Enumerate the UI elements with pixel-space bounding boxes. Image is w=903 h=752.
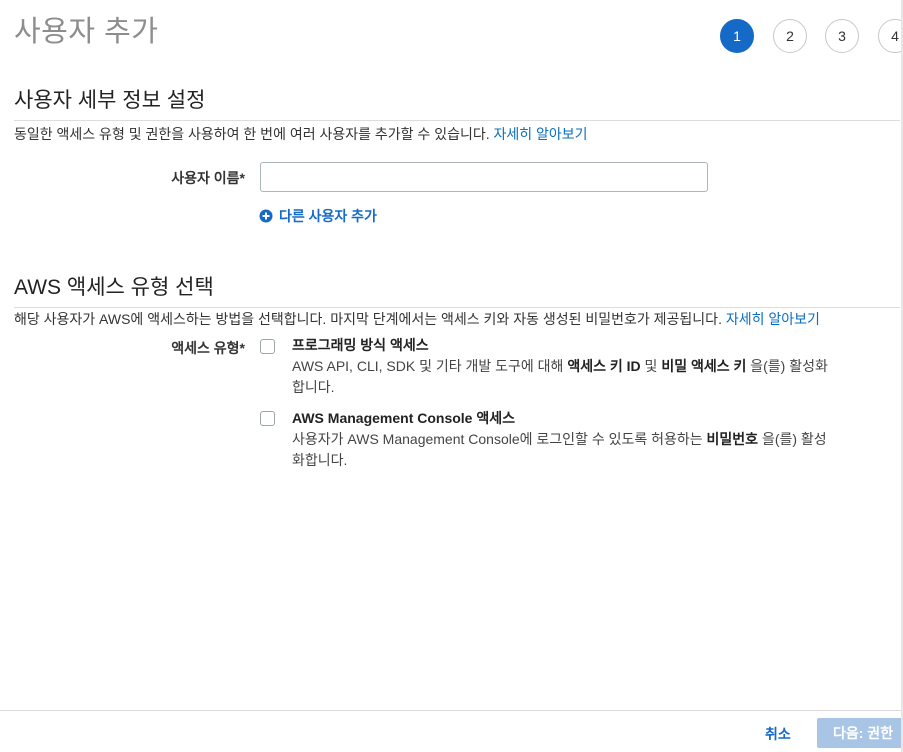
add-another-user-button[interactable]: 다른 사용자 추가 (259, 206, 377, 226)
console-desc-pre: 사용자가 AWS Management Console에 로그인할 수 있도록 … (292, 431, 707, 447)
add-user-label: 다른 사용자 추가 (279, 208, 377, 224)
programmatic-desc-mid: 및 (640, 358, 662, 374)
step-4[interactable]: 4 (878, 19, 903, 53)
cancel-button[interactable]: 취소 (765, 724, 791, 744)
access-type-heading: AWS 액세스 유형 선택 (14, 271, 900, 308)
access-key-id-text: 액세스 키 ID (567, 358, 641, 374)
password-text: 비밀번호 (706, 431, 759, 447)
console-access-option: AWS Management Console 액세스 사용자가 AWS Mana… (292, 408, 837, 471)
programmatic-access-description: AWS API, CLI, SDK 및 기타 개발 도구에 대해 액세스 키 I… (292, 356, 837, 398)
learn-more-link[interactable]: 자세히 알아보기 (494, 126, 588, 142)
footer-divider (0, 710, 903, 711)
access-type-description: 해당 사용자가 AWS에 액세스하는 방법을 선택합니다. 마지막 단계에서는 … (14, 309, 820, 329)
step-1[interactable]: 1 (720, 19, 754, 53)
username-label: 사용자 이름* (171, 170, 245, 186)
step-2[interactable]: 2 (773, 19, 807, 53)
console-access-checkbox[interactable] (260, 411, 275, 426)
username-input[interactable] (260, 162, 708, 192)
access-type-label: 액세스 유형* (171, 340, 245, 356)
wizard-stepper: 1 2 3 4 (720, 19, 903, 55)
user-details-heading: 사용자 세부 정보 설정 (14, 84, 900, 121)
learn-more-link-access[interactable]: 자세히 알아보기 (726, 311, 820, 327)
programmatic-access-title: 프로그래밍 방식 액세스 (292, 337, 429, 353)
user-details-description-text: 동일한 액세스 유형 및 권한을 사용하여 한 번에 여러 사용자를 추가할 수… (14, 126, 490, 142)
programmatic-desc-pre: AWS API, CLI, SDK 및 기타 개발 도구에 대해 (292, 358, 568, 374)
programmatic-access-checkbox[interactable] (260, 339, 275, 354)
programmatic-access-option: 프로그래밍 방식 액세스 AWS API, CLI, SDK 및 기타 개발 도… (292, 335, 837, 398)
access-type-description-text: 해당 사용자가 AWS에 액세스하는 방법을 선택합니다. 마지막 단계에서는 … (14, 311, 722, 327)
user-details-description: 동일한 액세스 유형 및 권한을 사용하여 한 번에 여러 사용자를 추가할 수… (14, 124, 588, 144)
console-access-description: 사용자가 AWS Management Console에 로그인할 수 있도록 … (292, 429, 837, 471)
page-title: 사용자 추가 (14, 16, 159, 48)
plus-circle-icon (259, 209, 273, 223)
next-permissions-button[interactable]: 다음: 권한 (817, 718, 903, 748)
console-access-title: AWS Management Console 액세스 (292, 410, 515, 426)
step-3[interactable]: 3 (825, 19, 859, 53)
secret-access-key-text: 비밀 액세스 키 (661, 358, 747, 374)
